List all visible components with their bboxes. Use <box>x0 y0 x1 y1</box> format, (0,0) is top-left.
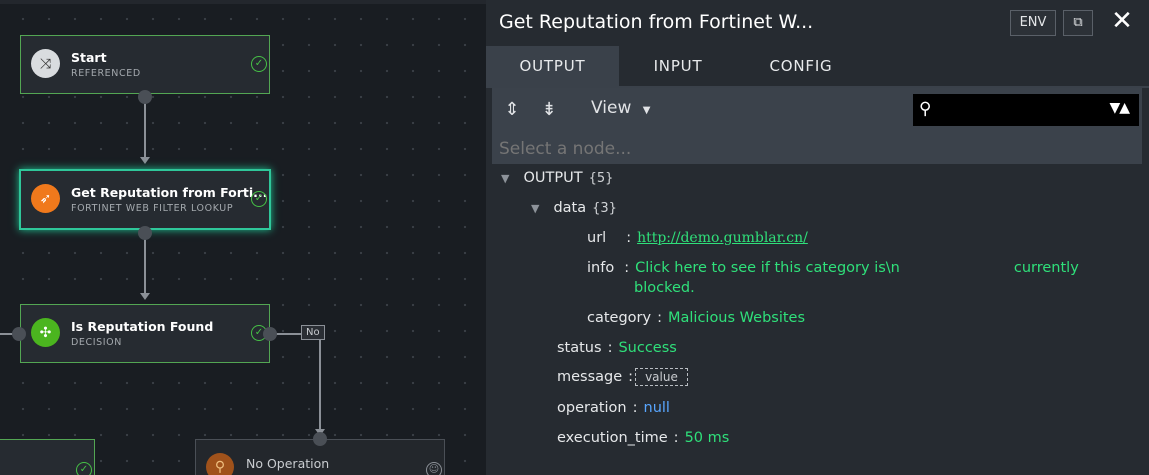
tree-value-placeholder[interactable]: value <box>635 368 688 386</box>
tree-value: null <box>643 400 670 416</box>
tree-count: {5} <box>588 171 614 186</box>
tree-value: Click here to see if this category is\n <box>635 260 900 276</box>
tree-key: category <box>587 310 652 326</box>
feather-icon: ➶ <box>31 184 60 213</box>
tree-key: operation <box>557 400 627 416</box>
status-circle-icon: ☺ <box>426 462 442 475</box>
panel-title: Get Reputation from Fortinet W... <box>499 11 814 33</box>
caret-down-icon[interactable]: ▼ <box>531 202 539 215</box>
tree-key: OUTPUT <box>523 170 583 186</box>
arrow-up-icon[interactable]: ▲ <box>1119 100 1130 116</box>
node-output-port[interactable] <box>138 90 152 104</box>
tab-input[interactable]: INPUT <box>619 46 737 86</box>
node-title: No Operation <box>246 456 330 471</box>
tree-row-info-cont: blocked. <box>634 280 695 296</box>
tree-row-operation: operation: null <box>557 400 670 416</box>
tree-value: 50 ms <box>684 430 730 446</box>
tree-value: Success <box>618 340 677 356</box>
node-subtitle: FORTINET WEB FILTER LOOKUP <box>71 203 234 214</box>
tree-key: url <box>587 230 607 246</box>
panel-scrollbar[interactable] <box>1142 88 1149 475</box>
check-circle-icon: ✓ <box>251 191 267 207</box>
node-subtitle: REFERENCED <box>71 68 141 79</box>
tree-count: {3} <box>592 201 617 216</box>
check-circle-icon: ✓ <box>251 56 267 72</box>
node-title: Is Reputation Found <box>71 319 214 334</box>
tree-value: blocked. <box>634 280 695 296</box>
tree-row-category: category: Malicious Websites <box>587 310 806 326</box>
tree-row-url: url: http://demo.gumblar.cn/ <box>587 230 808 246</box>
search-input[interactable] <box>943 100 1087 122</box>
tab-config[interactable]: CONFIG <box>737 46 865 86</box>
connector-start-to-get-reputation <box>144 97 146 157</box>
arrow-down-icon[interactable]: ▼ <box>1109 100 1120 116</box>
playbook-canvas[interactable]: No ⤨ Start REFERENCED ✓ ➶ Get Reputation… <box>0 0 486 475</box>
url-link[interactable]: http://demo.gumblar.cn/ <box>637 230 808 246</box>
node-input-port[interactable] <box>313 432 327 446</box>
view-dropdown[interactable]: View ▼ <box>591 98 650 118</box>
env-button[interactable]: ENV <box>1010 10 1056 36</box>
tree-row-message: message: value <box>557 368 688 386</box>
node-partial-bottom-left[interactable]: ✓ <box>0 439 95 475</box>
node-get-reputation[interactable]: ➶ Get Reputation from Forti... FORTINET … <box>19 169 271 230</box>
close-button[interactable]: ✕ <box>1108 6 1136 36</box>
step-detail-panel: Get Reputation from Fortinet W... ENV ⧉ … <box>486 0 1149 475</box>
node-is-reputation-found[interactable]: ✣ Is Reputation Found DECISION ✓ <box>20 304 270 363</box>
node-title: Start <box>71 50 107 65</box>
node-title: Get Reputation from Forti... <box>71 185 268 200</box>
caret-down-icon: ▼ <box>642 105 651 116</box>
pin-icon: ⚲ <box>206 453 234 475</box>
tree-row-status: status: Success <box>557 340 677 356</box>
copy-icon: ⧉ <box>1073 15 1083 30</box>
search-icon: ⚲ <box>919 99 932 119</box>
decision-icon: ✣ <box>31 318 60 347</box>
node-subtitle: DECISION <box>71 337 122 348</box>
caret-down-icon[interactable]: ▼ <box>501 172 509 185</box>
output-tree: ▼ OUTPUT {5} ▼ data {3} url: http://demo.gumb… <box>492 164 1142 475</box>
output-toolbar: ⇕ ⇟ View ▼ ⚲ ▼▲ <box>492 88 1142 164</box>
panel-tabs: OUTPUT INPUT CONFIG <box>486 46 1149 86</box>
connector-get-reputation-to-decision <box>144 233 146 293</box>
tree-value: currently <box>1013 260 1079 276</box>
tree-row-execution-time: execution_time:50 ms <box>557 430 730 446</box>
connector-arrowhead <box>140 293 150 300</box>
node-left-port[interactable] <box>12 327 26 341</box>
tree-key: data <box>553 200 587 216</box>
node-start[interactable]: ⤨ Start REFERENCED ✓ <box>20 35 270 94</box>
branch-label-no[interactable]: No <box>301 325 325 340</box>
tree-key: execution_time <box>557 430 668 446</box>
check-circle-icon: ✓ <box>76 462 92 475</box>
view-label: View <box>591 98 632 118</box>
tab-output[interactable]: OUTPUT <box>486 46 619 86</box>
copy-button[interactable]: ⧉ <box>1063 10 1093 36</box>
connector-arrowhead <box>140 157 150 164</box>
node-output-port[interactable] <box>138 226 152 240</box>
tree-value: Malicious Websites <box>667 310 806 326</box>
canvas-top-border <box>0 0 486 4</box>
tree-key: message <box>557 369 623 385</box>
flow-icon: ⤨ <box>31 49 60 78</box>
search-box[interactable]: ⚲ ▼▲ <box>913 94 1139 126</box>
collapse-all-icon[interactable]: ⇟ <box>536 97 562 123</box>
tree-key: status <box>557 340 602 356</box>
search-nav[interactable]: ▼▲ <box>1109 100 1130 116</box>
expand-all-icon[interactable]: ⇕ <box>499 97 525 123</box>
select-node-input[interactable] <box>492 134 1142 164</box>
tree-key: info <box>587 260 615 276</box>
tree-row-info: info: Click here to see if this category … <box>587 260 1079 276</box>
node-right-port[interactable] <box>263 327 277 341</box>
close-icon: ✕ <box>1111 6 1133 36</box>
tree-node-output[interactable]: ▼ OUTPUT {5} <box>501 170 613 186</box>
tree-node-data[interactable]: ▼ data {3} <box>531 200 617 216</box>
connector-no-branch-down <box>319 333 321 429</box>
